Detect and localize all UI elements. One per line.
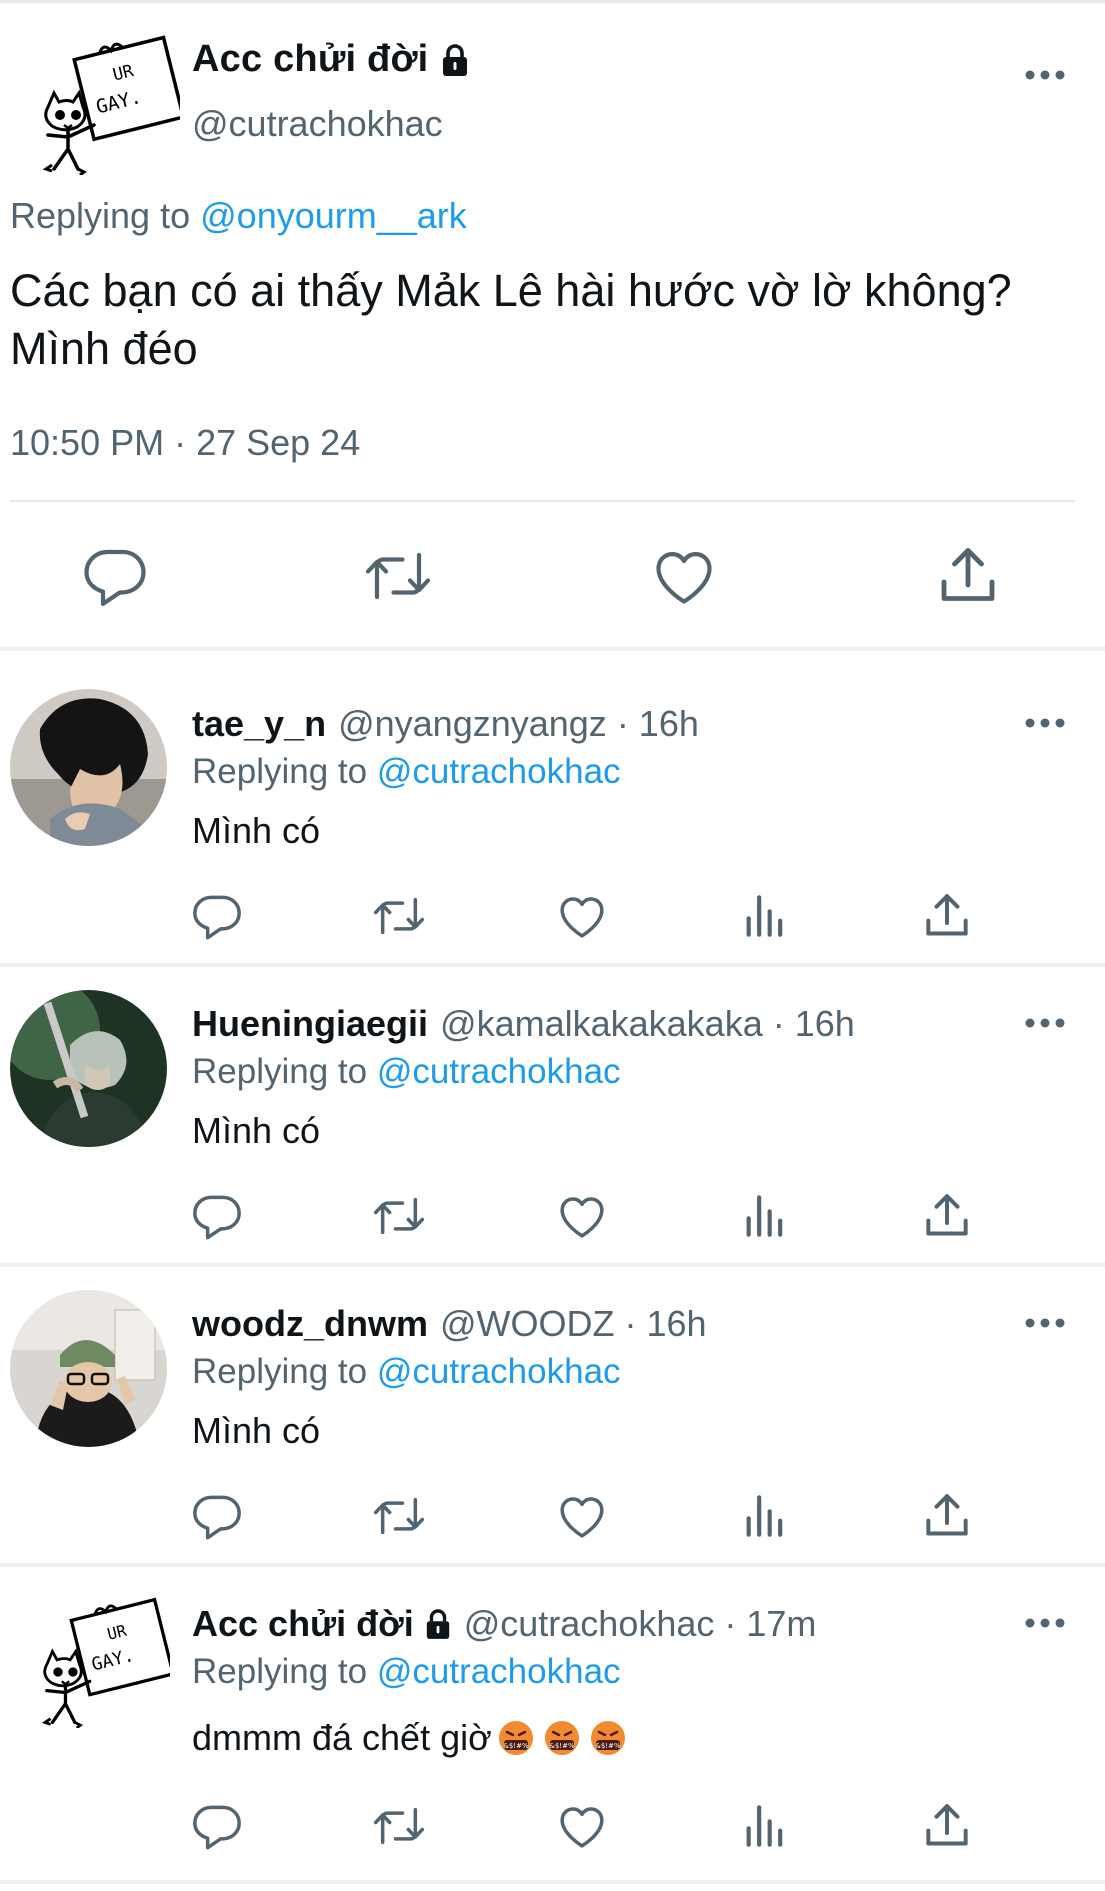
replying-to-line: Replying to @cutrachokhac	[192, 752, 621, 792]
replying-prefix: Replying to	[192, 752, 368, 791]
replying-prefix: Replying to	[192, 1052, 368, 1091]
replying-mention[interactable]: @cutrachokhac	[377, 1352, 621, 1391]
replying-prefix: Replying to	[192, 1352, 368, 1391]
avatar[interactable]	[10, 689, 167, 846]
replying-mention[interactable]: @onyourm__ark	[200, 195, 467, 236]
retweet-icon[interactable]	[371, 888, 427, 944]
share-icon[interactable]	[932, 540, 1004, 612]
author-name[interactable]: Acc chửi đời	[192, 1603, 414, 1645]
section-divider	[0, 963, 1105, 967]
reply-icon[interactable]	[189, 1488, 245, 1544]
more-icon[interactable]	[1023, 68, 1067, 82]
share-icon[interactable]	[919, 1188, 975, 1244]
replying-to-line: Replying to @onyourm__ark	[10, 195, 467, 237]
author-handle[interactable]: @cutrachokhac	[192, 103, 443, 145]
emoji-symbols: &$!#%	[595, 1742, 621, 1750]
emoji-symbols: &$!#%	[503, 1742, 529, 1750]
author-name[interactable]: tae_y_n	[192, 703, 326, 745]
replying-prefix: Replying to	[10, 195, 191, 236]
replying-to-line: Replying to @cutrachokhac	[192, 1052, 621, 1092]
replying-to-line: Replying to @cutrachokhac	[192, 1352, 621, 1392]
more-icon[interactable]	[1023, 716, 1067, 730]
author-handle[interactable]: @kamalkakakakaka	[440, 1003, 763, 1045]
more-icon[interactable]	[1023, 1316, 1067, 1330]
reply-header: woodz_dnwm @WOODZ · 16h	[192, 1303, 707, 1345]
lock-icon	[424, 1608, 452, 1640]
divider	[10, 500, 1075, 502]
retweet-icon[interactable]	[362, 540, 434, 612]
reply-icon[interactable]	[189, 1188, 245, 1244]
emoji-symbols: &$!#%	[549, 1742, 575, 1750]
like-icon[interactable]	[648, 540, 720, 612]
more-icon[interactable]	[1023, 1616, 1067, 1630]
reply-text: dmmm đá chết giờ	[192, 1717, 492, 1758]
author-handle[interactable]: @nyangznyangz	[338, 703, 607, 745]
reply-icon[interactable]	[189, 888, 245, 944]
top-divider	[0, 0, 1105, 3]
author-name-row: Acc chửi đời	[192, 38, 470, 81]
section-divider	[0, 1563, 1105, 1567]
reply-icon[interactable]	[189, 1798, 245, 1854]
reply-text: Mình có	[192, 810, 321, 851]
share-icon[interactable]	[919, 1798, 975, 1854]
retweet-icon[interactable]	[371, 1488, 427, 1544]
reply-time[interactable]: · 16h	[625, 1303, 707, 1345]
like-icon[interactable]	[554, 1798, 610, 1854]
avatar[interactable]	[10, 990, 167, 1147]
reply-header: tae_y_n @nyangznyangz · 16h	[192, 703, 699, 745]
replying-mention[interactable]: @cutrachokhac	[377, 1052, 621, 1091]
author-handle[interactable]: @cutrachokhac	[464, 1603, 715, 1645]
reply-header: Acc chửi đời @cutrachokhac · 17m	[192, 1603, 816, 1645]
lock-icon	[440, 43, 470, 77]
share-icon[interactable]	[919, 1488, 975, 1544]
cursing-face-emoji-3: &$!#%	[590, 1720, 626, 1756]
reply-text: Mình có	[192, 1110, 321, 1151]
replying-prefix: Replying to	[192, 1652, 368, 1691]
reply-time[interactable]: · 16h	[773, 1003, 855, 1045]
tweet-text: Các bạn có ai thấy Mảk Lê hài hước vờ lờ…	[10, 265, 1012, 374]
author-name[interactable]: woodz_dnwm	[192, 1303, 428, 1345]
like-icon[interactable]	[554, 1188, 610, 1244]
author-handle[interactable]: @WOODZ	[440, 1303, 615, 1345]
avatar[interactable]	[10, 1290, 167, 1447]
reply-time[interactable]: · 17m	[724, 1603, 816, 1645]
cursing-face-emoji-1: &$!#%	[498, 1720, 534, 1756]
replying-mention[interactable]: @cutrachokhac	[377, 752, 621, 791]
avatar[interactable]: UR GAY.	[30, 25, 180, 175]
section-divider	[0, 1263, 1105, 1267]
author-name[interactable]: Acc chửi đời	[192, 38, 428, 81]
reply-time[interactable]: · 16h	[617, 703, 699, 745]
share-icon[interactable]	[919, 888, 975, 944]
retweet-icon[interactable]	[371, 1188, 427, 1244]
views-icon[interactable]	[737, 1188, 793, 1244]
views-icon[interactable]	[737, 1488, 793, 1544]
replying-to-line: Replying to @cutrachokhac	[192, 1652, 621, 1692]
avatar[interactable]: UR GAY.	[30, 1588, 170, 1728]
reply-header: Hueningiaegii @kamalkakakakaka · 16h	[192, 1003, 855, 1045]
retweet-icon[interactable]	[371, 1798, 427, 1854]
tweet-timestamp[interactable]: 10:50 PM · 27 Sep 24	[10, 422, 360, 464]
section-divider	[0, 647, 1105, 651]
more-icon[interactable]	[1023, 1016, 1067, 1030]
section-divider	[0, 1880, 1105, 1884]
replying-mention[interactable]: @cutrachokhac	[377, 1652, 621, 1691]
like-icon[interactable]	[554, 1488, 610, 1544]
like-icon[interactable]	[554, 888, 610, 944]
cursing-face-emoji-2: &$!#%	[544, 1720, 580, 1756]
author-name[interactable]: Hueningiaegii	[192, 1003, 428, 1045]
reply-icon[interactable]	[79, 540, 151, 612]
views-icon[interactable]	[737, 1798, 793, 1854]
reply-text-row: dmmm đá chết giờ &$!#% &$!#% &$!#%	[192, 1717, 626, 1759]
views-icon[interactable]	[737, 888, 793, 944]
reply-text: Mình có	[192, 1410, 321, 1451]
